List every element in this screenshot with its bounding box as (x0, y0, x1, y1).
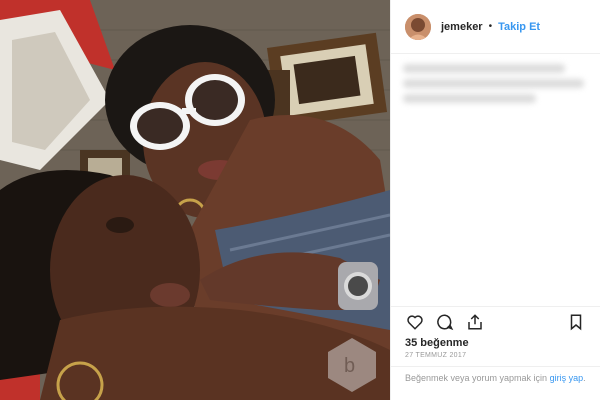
comment-icon[interactable] (435, 312, 455, 332)
blurred-caption (403, 58, 593, 118)
watermark-logo: b (328, 338, 376, 392)
svg-text:b: b (344, 355, 355, 377)
bookmark-icon[interactable] (566, 312, 586, 332)
heart-icon[interactable] (405, 312, 425, 332)
like-count[interactable]: 35 beğenme (405, 337, 469, 349)
instagram-post: b jemeker • Takip Et 35 beğenme 27 TEMMU… (0, 0, 600, 400)
login-prompt: Beğenmek veya yorum yapmak için giriş ya… (391, 366, 600, 400)
follow-button[interactable]: Takip Et (498, 21, 540, 33)
post-date: 27 TEMMUZ 2017 (405, 352, 467, 359)
post-sidebar: jemeker • Takip Et 35 beğenme 27 TEMMUZ … (390, 0, 600, 400)
post-photo[interactable]: b (0, 0, 390, 400)
username-link[interactable]: jemeker (441, 21, 483, 33)
post-header: jemeker • Takip Et (391, 0, 600, 54)
avatar-image (405, 13, 431, 40)
login-link[interactable]: giriş yap (550, 373, 584, 383)
share-icon[interactable] (465, 312, 485, 332)
action-bar (391, 306, 600, 336)
separator-dot: • (488, 21, 493, 32)
login-prompt-end: . (583, 373, 586, 383)
login-prompt-text: Beğenmek veya yorum yapmak için (405, 373, 548, 383)
avatar[interactable] (405, 13, 431, 40)
